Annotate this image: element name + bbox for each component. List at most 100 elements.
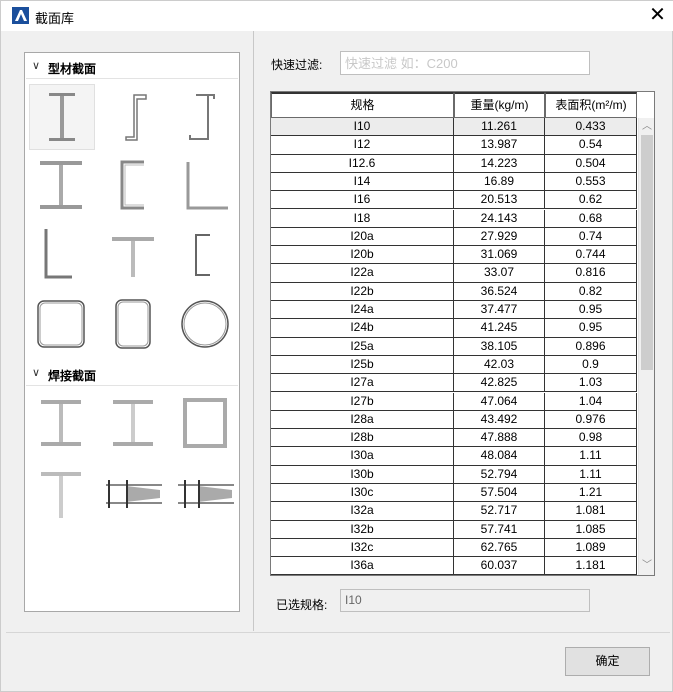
tile-welded-i-beam[interactable]: [29, 391, 95, 457]
table-row[interactable]: I20a 27.929 0.74: [271, 227, 637, 247]
scroll-thumb[interactable]: [641, 135, 653, 370]
tile-welded-h-beam[interactable]: [101, 391, 167, 457]
tile-circular-tube[interactable]: [173, 293, 239, 359]
cell-surface-area: 0.744: [545, 246, 637, 265]
cell-surface-area: 1.11: [545, 447, 637, 466]
group-header-profile-sections[interactable]: ∨ 型材截面: [26, 55, 238, 79]
table-row[interactable]: I28a 43.492 0.976: [271, 410, 637, 430]
cell-weight: 41.245: [454, 319, 545, 338]
table-row[interactable]: I30a 48.084 1.11: [271, 447, 637, 466]
cell-surface-area: 0.62: [545, 191, 637, 210]
table-row[interactable]: I30b 52.794 1.11: [271, 465, 637, 484]
tile-z-section-lipped[interactable]: [173, 84, 239, 150]
tile-lipped-channel[interactable]: [173, 222, 239, 288]
tile-tapered-box[interactable]: [173, 463, 239, 529]
table-row[interactable]: I32a 52.717 1.081: [271, 502, 637, 521]
column-header-weight[interactable]: 重量(kg/m): [454, 92, 545, 118]
cell-weight: 42.825: [454, 374, 545, 393]
cell-weight: 11.261: [454, 118, 545, 136]
cell-surface-area: 0.54: [545, 136, 637, 155]
table-row[interactable]: I10 11.261 0.433: [271, 118, 637, 137]
cell-surface-area: 0.9: [545, 355, 637, 374]
tile-tapered-h-beam[interactable]: [101, 463, 167, 529]
table-row[interactable]: I12 13.987 0.54: [271, 136, 637, 155]
table-row[interactable]: I20b 31.069 0.744: [271, 246, 637, 265]
table-row[interactable]: I25a 38.105 0.896: [271, 337, 637, 356]
cell-spec: I28a: [271, 410, 454, 429]
table-row[interactable]: I24b 41.245 0.95: [271, 319, 637, 338]
table-row[interactable]: I27b 47.064 1.04: [271, 392, 637, 411]
close-button[interactable]: ✕: [641, 1, 673, 31]
table-row[interactable]: I22a 33.07 0.816: [271, 264, 637, 283]
cell-spec: I12: [271, 136, 454, 155]
cell-weight: 60.037: [454, 557, 545, 575]
cell-spec: I30c: [271, 484, 454, 502]
section-type-panel: ∨ 型材截面 ∨ 焊接截面: [24, 52, 240, 612]
tapered-box-icon: [178, 480, 234, 508]
tile-h-beam[interactable]: [29, 153, 95, 219]
table-row[interactable]: I32c 62.765 1.089: [271, 538, 637, 558]
scroll-up-icon[interactable]: ︿: [639, 120, 654, 134]
table-row[interactable]: I32b 57.741 1.085: [271, 520, 637, 539]
table-row[interactable]: I24a 37.477 0.95: [271, 301, 637, 320]
rect-tube-section-icon: [115, 299, 151, 349]
tile-unequal-angle[interactable]: [29, 222, 95, 288]
table-scrollbar[interactable]: ︿ ﹀: [638, 118, 654, 575]
scroll-down-icon[interactable]: ﹀: [639, 559, 654, 573]
cell-surface-area: 0.82: [545, 282, 637, 301]
cell-spec: I28b: [271, 429, 454, 448]
table-row[interactable]: I22b 36.524 0.82: [271, 282, 637, 301]
tile-welded-t-section[interactable]: [29, 463, 95, 529]
cell-weight: 27.929: [454, 227, 545, 246]
group-header-welded-sections[interactable]: ∨ 焊接截面: [26, 362, 238, 386]
tile-i-beam[interactable]: [29, 84, 95, 150]
cell-surface-area: 0.816: [545, 264, 637, 283]
cell-spec: I25b: [271, 355, 454, 374]
tile-z-section[interactable]: [101, 84, 167, 150]
table-row[interactable]: I12.6 14.223 0.504: [271, 154, 637, 173]
cell-spec: I20a: [271, 227, 454, 246]
table-row[interactable]: I28b 47.888 0.98: [271, 429, 637, 448]
ok-button[interactable]: 确定: [565, 647, 650, 676]
table-row[interactable]: I27a 42.825 1.03: [271, 374, 637, 393]
cell-surface-area: 0.98: [545, 429, 637, 448]
cell-surface-area: 1.089: [545, 538, 637, 557]
section-library-dialog: 截面库 ✕ ∨ 型材截面 ∨ 焊接截面 快速过滤: 快速过滤 如：C200 规格…: [0, 0, 673, 692]
cell-weight: 52.794: [454, 465, 545, 484]
cell-spec: I27b: [271, 392, 454, 411]
tile-equal-angle[interactable]: [173, 153, 239, 219]
filter-input[interactable]: [340, 51, 590, 75]
window-title: 截面库: [35, 11, 75, 26]
cell-weight: 37.477: [454, 301, 545, 319]
tile-square-tube[interactable]: [29, 293, 95, 359]
cell-weight: 24.143: [454, 209, 545, 228]
chevron-down-icon: ∨: [32, 367, 41, 379]
tile-rect-tube[interactable]: [101, 293, 167, 359]
title-bar: 截面库 ✕: [1, 1, 673, 31]
tile-channel[interactable]: [101, 153, 167, 219]
cell-spec: I16: [271, 191, 454, 210]
column-header-spec[interactable]: 规格: [271, 92, 454, 118]
cell-spec: I18: [271, 209, 454, 228]
column-header-surface-area[interactable]: 表面积(m²/m): [545, 92, 637, 118]
cell-surface-area: 1.11: [545, 465, 637, 484]
cell-spec: I24a: [271, 301, 454, 319]
table-row[interactable]: I14 16.89 0.553: [271, 172, 637, 192]
table-row[interactable]: I36a 60.037 1.181: [271, 557, 637, 575]
cell-spec: I14: [271, 172, 454, 191]
table-row[interactable]: I30c 57.504 1.21: [271, 484, 637, 503]
cell-weight: 16.89: [454, 172, 545, 191]
cell-surface-area: 0.95: [545, 301, 637, 319]
cell-surface-area: 0.896: [545, 337, 637, 356]
panel-splitter[interactable]: [253, 31, 254, 631]
table-row[interactable]: I18 24.143 0.68: [271, 209, 637, 228]
cell-surface-area: 0.74: [545, 227, 637, 246]
cell-weight: 20.513: [454, 191, 545, 210]
table-row[interactable]: I25b 42.03 0.9: [271, 355, 637, 375]
cell-surface-area: 1.03: [545, 374, 637, 393]
tile-welded-box[interactable]: [173, 391, 239, 457]
group-label: 焊接截面: [48, 369, 97, 383]
cell-weight: 33.07: [454, 264, 545, 283]
tile-t-section[interactable]: [101, 222, 167, 288]
table-row[interactable]: I16 20.513 0.62: [271, 191, 637, 210]
